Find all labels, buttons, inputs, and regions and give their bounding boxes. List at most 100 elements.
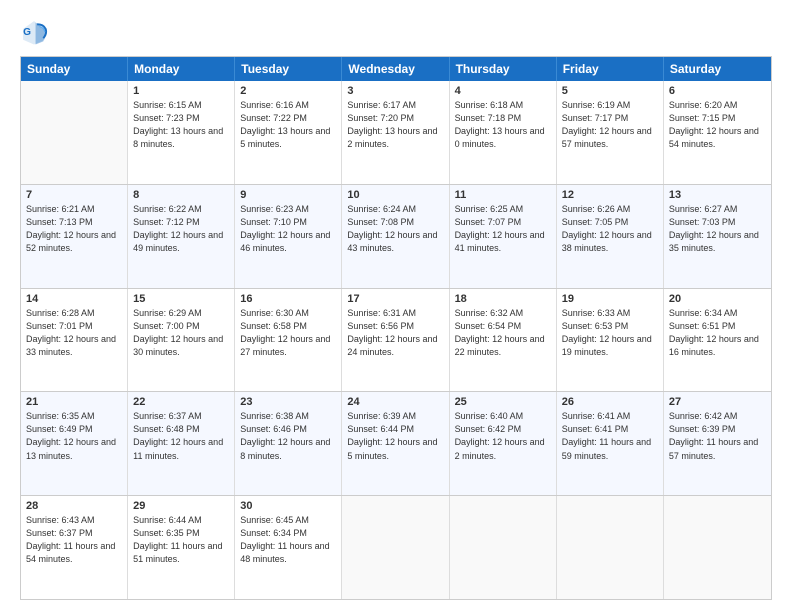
day-info: Sunrise: 6:28 AMSunset: 7:01 PMDaylight:… — [26, 307, 122, 359]
day-info: Sunrise: 6:38 AMSunset: 6:46 PMDaylight:… — [240, 410, 336, 462]
day-number: 18 — [455, 293, 551, 305]
page: G SundayMondayTuesdayWednesdayThursdayFr… — [0, 0, 792, 612]
day-info: Sunrise: 6:41 AMSunset: 6:41 PMDaylight:… — [562, 410, 658, 462]
day-number: 21 — [26, 396, 122, 408]
day-number: 19 — [562, 293, 658, 305]
calendar-cell: 1Sunrise: 6:15 AMSunset: 7:23 PMDaylight… — [128, 81, 235, 184]
calendar-row-4: 21 Sunrise: 6:35 AMSunset: 6:49 PMDayligh… — [21, 391, 771, 495]
day-info: Sunrise: 6:33 AMSunset: 6:53 PMDaylight:… — [562, 307, 658, 359]
calendar-cell: 3 Sunrise: 6:17 AMSunset: 7:20 PMDaylight… — [342, 81, 449, 184]
calendar: SundayMondayTuesdayWednesdayThursdayFrid… — [20, 56, 772, 600]
calendar-cell: 12 Sunrise: 6:26 AMSunset: 7:05 PMDayligh… — [557, 185, 664, 288]
calendar-cell: 15 Sunrise: 6:29 AMSunset: 7:00 PMDayligh… — [128, 289, 235, 392]
calendar-cell — [21, 81, 128, 184]
calendar-cell: 24 Sunrise: 6:39 AMSunset: 6:44 PMDayligh… — [342, 392, 449, 495]
day-info: Sunrise: 6:15 AMSunset: 7:23 PMDaylight:… — [133, 99, 229, 151]
header-cell-saturday: Saturday — [664, 57, 771, 81]
day-number: 9 — [240, 189, 336, 201]
header-cell-thursday: Thursday — [450, 57, 557, 81]
day-info: Sunrise: 6:18 AMSunset: 7:18 PMDaylight:… — [455, 99, 551, 151]
calendar-cell: 13 Sunrise: 6:27 AMSunset: 7:03 PMDayligh… — [664, 185, 771, 288]
header-cell-monday: Monday — [128, 57, 235, 81]
calendar-cell: 21 Sunrise: 6:35 AMSunset: 6:49 PMDayligh… — [21, 392, 128, 495]
calendar-cell: 27 Sunrise: 6:42 AMSunset: 6:39 PMDayligh… — [664, 392, 771, 495]
calendar-row-3: 14 Sunrise: 6:28 AMSunset: 7:01 PMDayligh… — [21, 288, 771, 392]
calendar-cell: 10 Sunrise: 6:24 AMSunset: 7:08 PMDayligh… — [342, 185, 449, 288]
calendar-cell: 5Sunrise: 6:19 AMSunset: 7:17 PMDaylight… — [557, 81, 664, 184]
day-number: 10 — [347, 189, 443, 201]
day-number: 2 — [240, 85, 336, 97]
svg-text:G: G — [23, 27, 31, 38]
calendar-cell: 7Sunrise: 6:21 AMSunset: 7:13 PMDaylight… — [21, 185, 128, 288]
day-info: Sunrise: 6:19 AMSunset: 7:17 PMDaylight:… — [562, 99, 658, 151]
day-info: Sunrise: 6:27 AMSunset: 7:03 PMDaylight:… — [669, 203, 766, 255]
calendar-cell: 28 Sunrise: 6:43 AMSunset: 6:37 PMDayligh… — [21, 496, 128, 599]
day-number: 22 — [133, 396, 229, 408]
day-info: Sunrise: 6:42 AMSunset: 6:39 PMDaylight:… — [669, 410, 766, 462]
day-number: 7 — [26, 189, 122, 201]
calendar-cell: 22 Sunrise: 6:37 AMSunset: 6:48 PMDayligh… — [128, 392, 235, 495]
day-number: 23 — [240, 396, 336, 408]
day-info: Sunrise: 6:22 AMSunset: 7:12 PMDaylight:… — [133, 203, 229, 255]
day-info: Sunrise: 6:37 AMSunset: 6:48 PMDaylight:… — [133, 410, 229, 462]
day-info: Sunrise: 6:35 AMSunset: 6:49 PMDaylight:… — [26, 410, 122, 462]
day-number: 14 — [26, 293, 122, 305]
calendar-cell: 2Sunrise: 6:16 AMSunset: 7:22 PMDaylight… — [235, 81, 342, 184]
day-info: Sunrise: 6:43 AMSunset: 6:37 PMDaylight:… — [26, 514, 122, 566]
logo-icon: G — [20, 18, 48, 46]
calendar-cell: 17Sunrise: 6:31 AMSunset: 6:56 PMDayligh… — [342, 289, 449, 392]
calendar-cell: 11Sunrise: 6:25 AMSunset: 7:07 PMDayligh… — [450, 185, 557, 288]
day-info: Sunrise: 6:29 AMSunset: 7:00 PMDaylight:… — [133, 307, 229, 359]
day-number: 30 — [240, 500, 336, 512]
day-number: 24 — [347, 396, 443, 408]
day-info: Sunrise: 6:39 AMSunset: 6:44 PMDaylight:… — [347, 410, 443, 462]
day-number: 20 — [669, 293, 766, 305]
header-cell-friday: Friday — [557, 57, 664, 81]
day-info: Sunrise: 6:34 AMSunset: 6:51 PMDaylight:… — [669, 307, 766, 359]
calendar-cell: 14 Sunrise: 6:28 AMSunset: 7:01 PMDayligh… — [21, 289, 128, 392]
calendar-body: 1Sunrise: 6:15 AMSunset: 7:23 PMDaylight… — [21, 81, 771, 599]
day-info: Sunrise: 6:20 AMSunset: 7:15 PMDaylight:… — [669, 99, 766, 151]
day-number: 3 — [347, 85, 443, 97]
calendar-cell: 16 Sunrise: 6:30 AMSunset: 6:58 PMDayligh… — [235, 289, 342, 392]
day-number: 29 — [133, 500, 229, 512]
day-info: Sunrise: 6:32 AMSunset: 6:54 PMDaylight:… — [455, 307, 551, 359]
day-number: 6 — [669, 85, 766, 97]
calendar-cell: 23 Sunrise: 6:38 AMSunset: 6:46 PMDayligh… — [235, 392, 342, 495]
calendar-row-2: 7Sunrise: 6:21 AMSunset: 7:13 PMDaylight… — [21, 184, 771, 288]
day-number: 8 — [133, 189, 229, 201]
day-number: 12 — [562, 189, 658, 201]
calendar-cell: 30 Sunrise: 6:45 AMSunset: 6:34 PMDayligh… — [235, 496, 342, 599]
day-number: 4 — [455, 85, 551, 97]
day-number: 27 — [669, 396, 766, 408]
header: G — [20, 18, 772, 46]
day-number: 26 — [562, 396, 658, 408]
calendar-row-1: 1Sunrise: 6:15 AMSunset: 7:23 PMDaylight… — [21, 81, 771, 184]
calendar-cell — [450, 496, 557, 599]
header-cell-sunday: Sunday — [21, 57, 128, 81]
day-number: 28 — [26, 500, 122, 512]
day-info: Sunrise: 6:30 AMSunset: 6:58 PMDaylight:… — [240, 307, 336, 359]
header-cell-tuesday: Tuesday — [235, 57, 342, 81]
calendar-cell: 26 Sunrise: 6:41 AMSunset: 6:41 PMDayligh… — [557, 392, 664, 495]
day-info: Sunrise: 6:45 AMSunset: 6:34 PMDaylight:… — [240, 514, 336, 566]
calendar-cell: 8 Sunrise: 6:22 AMSunset: 7:12 PMDaylight… — [128, 185, 235, 288]
calendar-cell: 4 Sunrise: 6:18 AMSunset: 7:18 PMDaylight… — [450, 81, 557, 184]
calendar-cell: 18 Sunrise: 6:32 AMSunset: 6:54 PMDayligh… — [450, 289, 557, 392]
calendar-header: SundayMondayTuesdayWednesdayThursdayFrid… — [21, 57, 771, 81]
day-info: Sunrise: 6:23 AMSunset: 7:10 PMDaylight:… — [240, 203, 336, 255]
calendar-cell — [557, 496, 664, 599]
header-cell-wednesday: Wednesday — [342, 57, 449, 81]
calendar-row-5: 28 Sunrise: 6:43 AMSunset: 6:37 PMDayligh… — [21, 495, 771, 599]
day-number: 13 — [669, 189, 766, 201]
day-number: 15 — [133, 293, 229, 305]
day-info: Sunrise: 6:24 AMSunset: 7:08 PMDaylight:… — [347, 203, 443, 255]
day-number: 25 — [455, 396, 551, 408]
day-info: Sunrise: 6:17 AMSunset: 7:20 PMDaylight:… — [347, 99, 443, 151]
calendar-cell: 9 Sunrise: 6:23 AMSunset: 7:10 PMDaylight… — [235, 185, 342, 288]
day-info: Sunrise: 6:40 AMSunset: 6:42 PMDaylight:… — [455, 410, 551, 462]
day-info: Sunrise: 6:26 AMSunset: 7:05 PMDaylight:… — [562, 203, 658, 255]
day-number: 16 — [240, 293, 336, 305]
calendar-cell: 6 Sunrise: 6:20 AMSunset: 7:15 PMDaylight… — [664, 81, 771, 184]
day-info: Sunrise: 6:31 AMSunset: 6:56 PMDaylight:… — [347, 307, 443, 359]
